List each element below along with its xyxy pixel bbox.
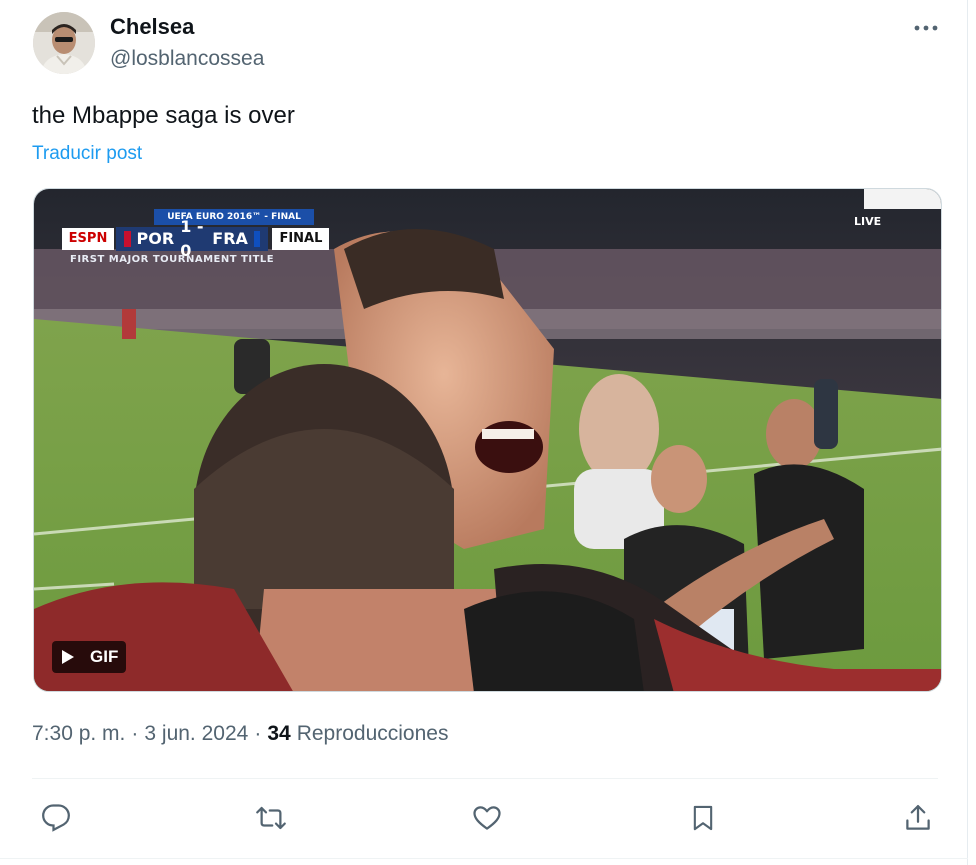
profile-avatar-icon: [33, 12, 95, 74]
gif-label: GIF: [90, 647, 119, 666]
share-button[interactable]: [900, 800, 936, 836]
home-team: POR: [136, 229, 175, 248]
broadcaster-logo: ESPN: [62, 228, 115, 250]
display-name[interactable]: Chelsea: [110, 14, 194, 40]
tweet-text: the Mbappe saga is over: [32, 102, 295, 129]
gif-media[interactable]: UEFA EURO 2016™ - FINAL ESPN POR 1 - 0 F…: [33, 188, 942, 692]
user-handle[interactable]: @losblancossea: [110, 47, 264, 71]
match-status: FINAL: [272, 228, 330, 250]
bookmark-icon: [693, 805, 713, 831]
retweet-button[interactable]: [253, 800, 289, 836]
views-count: 34: [267, 722, 291, 745]
more-options-button[interactable]: [908, 18, 944, 38]
bottom-divider: [0, 858, 968, 859]
portugal-flag-icon: [124, 231, 131, 247]
translate-post-link[interactable]: Traducir post: [32, 143, 142, 165]
scoreboard-subtitle: FIRST MAJOR TOURNAMENT TITLE: [70, 254, 275, 265]
views-label: Reproducciones: [296, 722, 449, 745]
retweet-icon: [256, 806, 286, 830]
play-icon[interactable]: [52, 641, 84, 673]
like-button[interactable]: [469, 800, 505, 836]
more-icon: [914, 25, 938, 31]
score-display: POR 1 - 0 FRA: [116, 217, 269, 260]
france-flag-icon: [253, 231, 261, 247]
scoreboard-row: ESPN POR 1 - 0 FRA FINAL: [62, 217, 330, 260]
heart-icon: [473, 806, 501, 830]
tweet-metadata: 7:30 p. m. · 3 jun. 2024 · 34 Reproducci…: [32, 722, 448, 746]
avatar[interactable]: [33, 12, 95, 74]
tweet-time[interactable]: 7:30 p. m.: [32, 722, 125, 746]
scoreboard-title: UEFA EURO 2016™ - FINAL: [154, 209, 314, 225]
share-icon: [906, 805, 930, 830]
tweet-card: Chelsea @losblancossea the Mbappe saga i…: [0, 0, 968, 865]
meta-separator: ·: [254, 722, 262, 745]
gif-badge[interactable]: GIF: [52, 641, 127, 673]
reply-icon: [42, 804, 70, 832]
bookmark-button[interactable]: [685, 800, 721, 836]
tweet-date[interactable]: 3 jun. 2024: [144, 722, 248, 746]
divider: [32, 778, 938, 779]
reply-button[interactable]: [38, 800, 74, 836]
live-tag: LIVE: [854, 215, 882, 228]
away-team: FRA: [212, 229, 248, 248]
meta-separator: ·: [131, 722, 139, 745]
